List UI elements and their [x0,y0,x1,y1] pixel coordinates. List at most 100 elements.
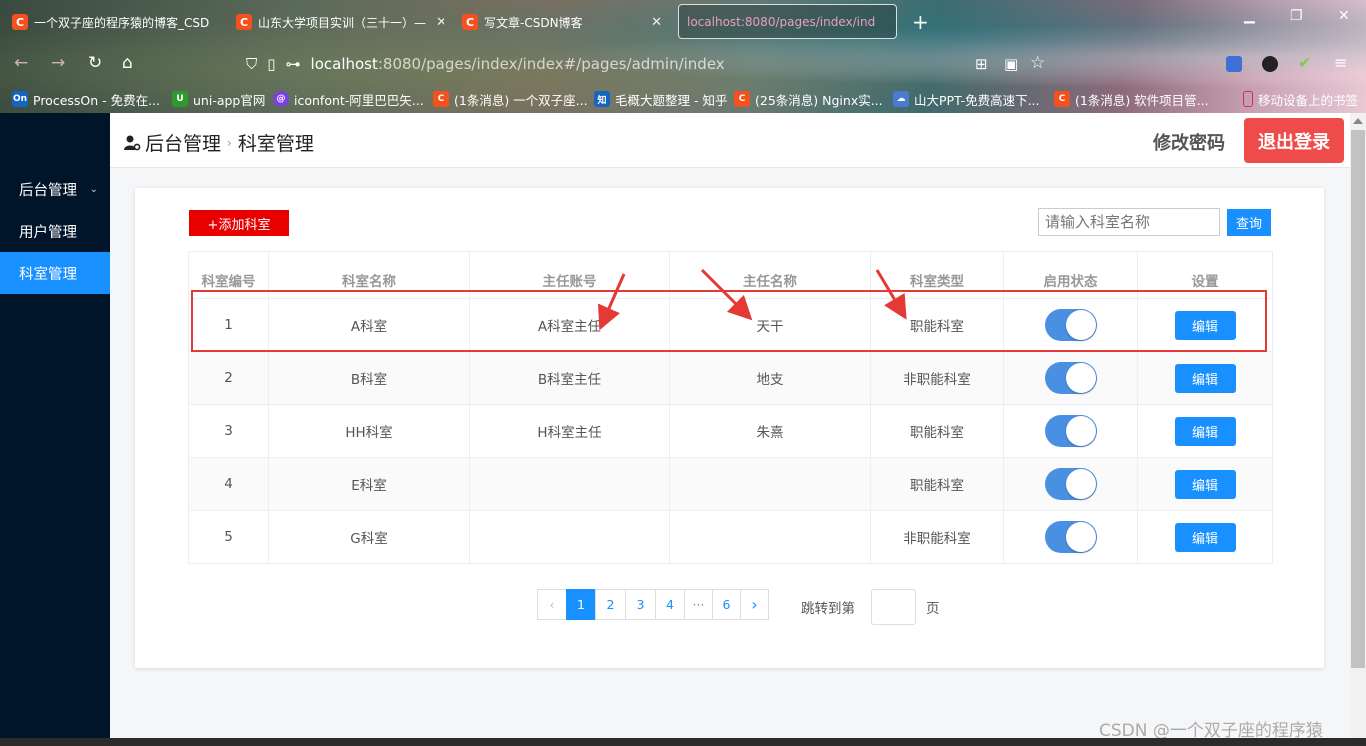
enabled-toggle[interactable] [1044,415,1097,447]
edit-button[interactable]: 编辑 [1174,310,1236,340]
new-tab-button[interactable]: + [912,10,929,34]
table-row: 3 HH科室 H科室主任 朱熹 职能科室 编辑 [188,404,1273,458]
cell-type: 职能科室 [870,404,1004,458]
logout-button[interactable]: 退出登录 [1244,118,1344,163]
csdn-favicon-icon: C [12,14,28,30]
url-path: :8080/pages/index/index#/pages/admin/ind… [377,55,725,73]
user-settings-icon [124,135,141,150]
page-title: 科室管理 [237,133,314,155]
browser-tab-active[interactable]: localhost:8080/pages/index/ind [678,4,897,39]
page-number[interactable]: 1 [566,589,596,620]
sidebar-item-users[interactable]: 用户管理 [0,210,110,252]
cell-id: 3 [188,404,269,458]
address-bar[interactable]: ⛉ ▯ ⊶ localhost:8080/pages/index/index#/… [246,52,725,76]
sidebar-item-admin[interactable]: 后台管理 ⌄ [0,168,110,210]
enabled-toggle[interactable] [1044,468,1097,500]
column-header: 设置 [1137,251,1273,299]
maximize-icon[interactable]: ❐ [1290,8,1303,24]
bookmark-item[interactable]: C (25条消息) Nginx实... [734,88,883,110]
change-password-link[interactable]: 修改密码 [1153,129,1225,155]
bookmark-item[interactable]: U uni-app官网 [172,88,265,110]
close-icon[interactable]: ✕ [436,15,444,30]
grid-icon[interactable]: ⊞ [975,55,988,73]
home-icon[interactable]: ⌂ [122,53,133,73]
sidebar: 后台管理 ⌄ 用户管理 科室管理 [0,113,110,746]
csdn-favicon-icon: C [1054,91,1070,107]
bookmark-item[interactable]: On ProcessOn - 免费在... [12,88,160,110]
bookmark-item[interactable]: 移动设备上的书签 [1243,88,1358,110]
shield-icon: ⛉ [246,55,258,73]
tab-label: 一个双子座的程序猿的博客_CSD [34,15,210,30]
goto-label: 跳转到第 [801,601,855,617]
search-input[interactable] [1038,208,1220,236]
toggle-knob [1065,310,1096,340]
page-number[interactable]: 3 [625,589,656,620]
scroll-up-icon[interactable] [1353,118,1363,124]
reader-icon[interactable]: ▣ [1004,55,1018,73]
ellipsis-icon[interactable]: ··· [684,589,713,620]
cell-type: 职能科室 [870,298,1004,352]
close-window-icon[interactable]: ✕ [1338,8,1350,24]
back-icon[interactable]: ← [14,53,28,73]
bookmark-label: (1条消息) 一个双子座... [454,92,588,108]
page-number[interactable]: 6 [712,589,741,620]
page-header: 后台管理 › 科室管理 修改密码 退出登录 [110,113,1350,168]
close-icon[interactable]: ✕ [651,15,662,30]
sidebar-item-label: 科室管理 [19,266,77,283]
enabled-toggle[interactable] [1044,309,1097,341]
cell-name: HH科室 [268,404,470,458]
breadcrumb-separator-icon: › [227,135,232,150]
forward-icon[interactable]: → [51,53,65,73]
goto-page-input[interactable] [871,589,916,625]
csdn-favicon-icon: C [236,14,252,30]
bookmark-item[interactable]: 知 毛概大题整理 - 知乎 [594,88,727,110]
table-row: 4 E科室 职能科室 编辑 [188,457,1273,511]
key-icon: ⊶ [285,55,301,73]
enabled-toggle[interactable] [1044,362,1097,394]
menu-icon[interactable]: ≡ [1334,53,1347,72]
edit-button[interactable]: 编辑 [1174,522,1236,552]
extension-icon[interactable] [1262,56,1278,72]
reload-icon[interactable]: ↻ [88,53,102,73]
minimize-icon[interactable]: ▁ [1244,8,1255,24]
bookmark-item[interactable]: C (1条消息) 软件项目管... [1054,88,1209,110]
column-header: 科室名称 [268,251,470,299]
browser-tab[interactable]: C 写文章-CSDN博客 ✕ [454,6,670,38]
next-page-icon[interactable]: › [740,589,769,620]
sidebar-item-label: 用户管理 [19,224,77,241]
edit-button[interactable]: 编辑 [1174,363,1236,393]
breadcrumb: 后台管理 › 科室管理 [123,129,314,156]
toggle-knob [1065,363,1096,393]
tab-label: 写文章-CSDN博客 [484,15,583,30]
mobile-bookmark-icon [1243,91,1253,107]
page-number[interactable]: 2 [595,589,626,620]
translate-icon[interactable] [1226,56,1242,72]
edit-button[interactable]: 编辑 [1174,469,1236,499]
star-icon[interactable]: ☆ [1030,53,1045,73]
edit-button[interactable]: 编辑 [1174,416,1236,446]
cell-name: A科室 [268,298,470,352]
table-header-row: 科室编号 科室名称 主任账号 主任名称 科室类型 启用状态 设置 [188,251,1273,299]
add-department-button[interactable]: +添加科室 [189,210,289,236]
bookmark-label: (25条消息) Nginx实... [755,92,883,108]
cell-actions: 编辑 [1137,404,1273,458]
department-table: 科室编号 科室名称 主任账号 主任名称 科室类型 启用状态 设置 1 A科室 A… [188,251,1273,564]
breadcrumb-root[interactable]: 后台管理 [145,129,221,156]
page-number[interactable]: 4 [655,589,685,620]
bookmark-item[interactable]: ☁ 山大PPT-免费高速下... [893,88,1040,110]
scrollbar-thumb[interactable] [1351,130,1365,668]
prev-page-icon[interactable]: ‹ [537,589,567,620]
browser-tab[interactable]: C 山东大学项目实训（三十一）— ✕ [228,6,444,38]
bookmark-item[interactable]: @ iconfont-阿里巴巴矢... [273,88,424,110]
taskbar [0,738,1366,746]
toggle-knob [1065,416,1096,446]
browser-tab[interactable]: C 一个双子座的程序猿的博客_CSD ✕ [4,6,218,38]
bookmark-item[interactable]: C (1条消息) 一个双子座... [433,88,588,110]
column-header: 科室编号 [188,251,269,299]
goto-unit-label: 页 [926,601,940,617]
check-icon[interactable]: ✔ [1298,53,1311,72]
search-button[interactable]: 查询 [1227,209,1271,236]
page-icon: ▯ [267,55,276,73]
sidebar-item-departments[interactable]: 科室管理 [0,252,110,294]
enabled-toggle[interactable] [1044,521,1097,553]
